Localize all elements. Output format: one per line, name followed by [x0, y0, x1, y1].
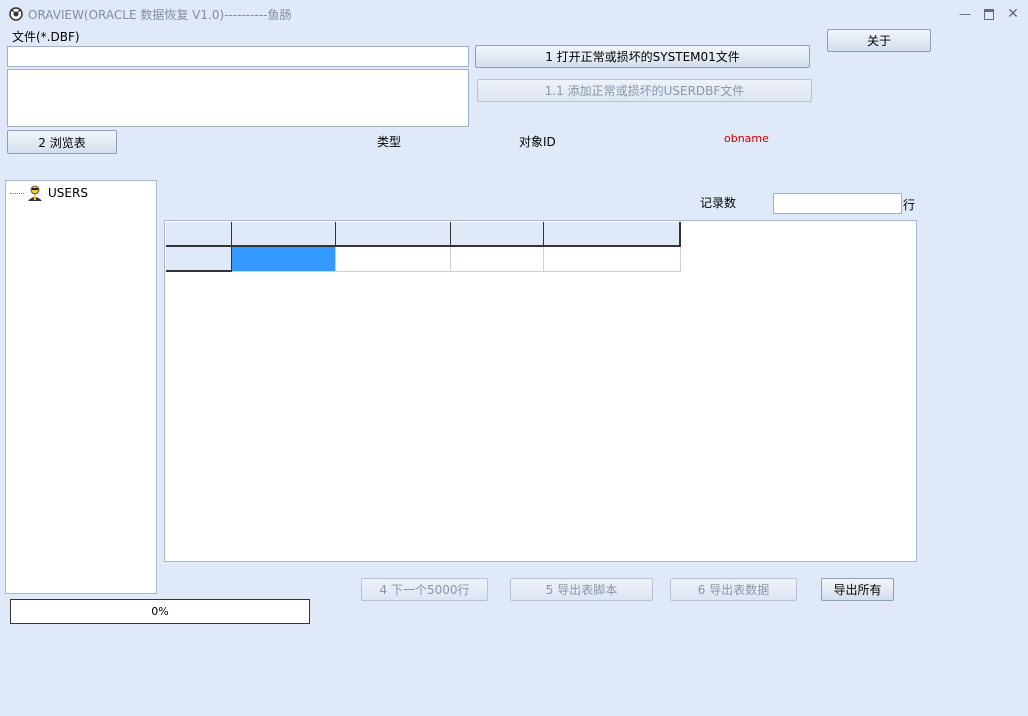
app-icon	[8, 6, 24, 22]
table-tree-panel[interactable]: USERS	[5, 180, 157, 594]
tree-item-users[interactable]: USERS	[10, 185, 88, 201]
close-button[interactable]: ✕	[1002, 4, 1024, 24]
grid-corner-cell	[166, 222, 232, 247]
grid-selected-cell[interactable]	[232, 247, 336, 272]
grid-cell[interactable]	[451, 247, 544, 272]
tree-item-label: USERS	[48, 186, 88, 200]
type-label: 类型	[377, 135, 402, 149]
tree-connector	[10, 192, 24, 194]
maximize-icon	[984, 8, 994, 20]
data-grid[interactable]	[164, 220, 917, 562]
progress-bar: 0%	[10, 599, 310, 624]
grid-cell[interactable]	[336, 247, 451, 272]
minimize-icon: —	[959, 7, 971, 21]
grid-row-header[interactable]	[166, 247, 232, 272]
browse-table-button[interactable]: 2 浏览表	[7, 130, 117, 154]
file-label: 文件(*.DBF)	[12, 30, 80, 44]
title-bar: ORAVIEW(ORACLE 数据恢复 V1.0)----------鱼肠 — …	[0, 0, 1028, 28]
maximize-button[interactable]	[978, 4, 1000, 24]
export-all-button[interactable]: 导出所有	[821, 578, 894, 601]
export-table-data-button[interactable]: 6 导出表数据	[670, 578, 797, 601]
about-button[interactable]: 关于	[827, 29, 931, 52]
close-icon: ✕	[1007, 6, 1019, 22]
grid-cell[interactable]	[544, 247, 681, 272]
file-path-input[interactable]	[7, 46, 469, 67]
file-list-box[interactable]	[7, 69, 469, 127]
rows-unit-label: 行	[903, 198, 916, 212]
grid-column-header[interactable]	[544, 222, 681, 247]
record-count-label: 记录数	[700, 196, 737, 210]
progress-label: 0%	[151, 605, 169, 618]
obname-label: obname	[724, 132, 769, 145]
record-count-field[interactable]	[773, 193, 902, 214]
grid-column-header[interactable]	[336, 222, 451, 247]
minimize-button[interactable]: —	[954, 4, 976, 24]
open-system-file-button[interactable]: 1 打开正常或损坏的SYSTEM01文件	[475, 45, 810, 68]
window-title: ORAVIEW(ORACLE 数据恢复 V1.0)----------鱼肠	[28, 8, 292, 22]
add-userdbf-file-button[interactable]: 1.1 添加正常或损坏的USERDBF文件	[477, 79, 812, 102]
next-5000-rows-button[interactable]: 4 下一个5000行	[361, 578, 488, 601]
grid-column-header[interactable]	[232, 222, 336, 247]
grid-column-header[interactable]	[451, 222, 544, 247]
user-icon	[26, 185, 44, 201]
object-id-label: 对象ID	[519, 135, 556, 149]
export-table-script-button[interactable]: 5 导出表脚本	[510, 578, 653, 601]
